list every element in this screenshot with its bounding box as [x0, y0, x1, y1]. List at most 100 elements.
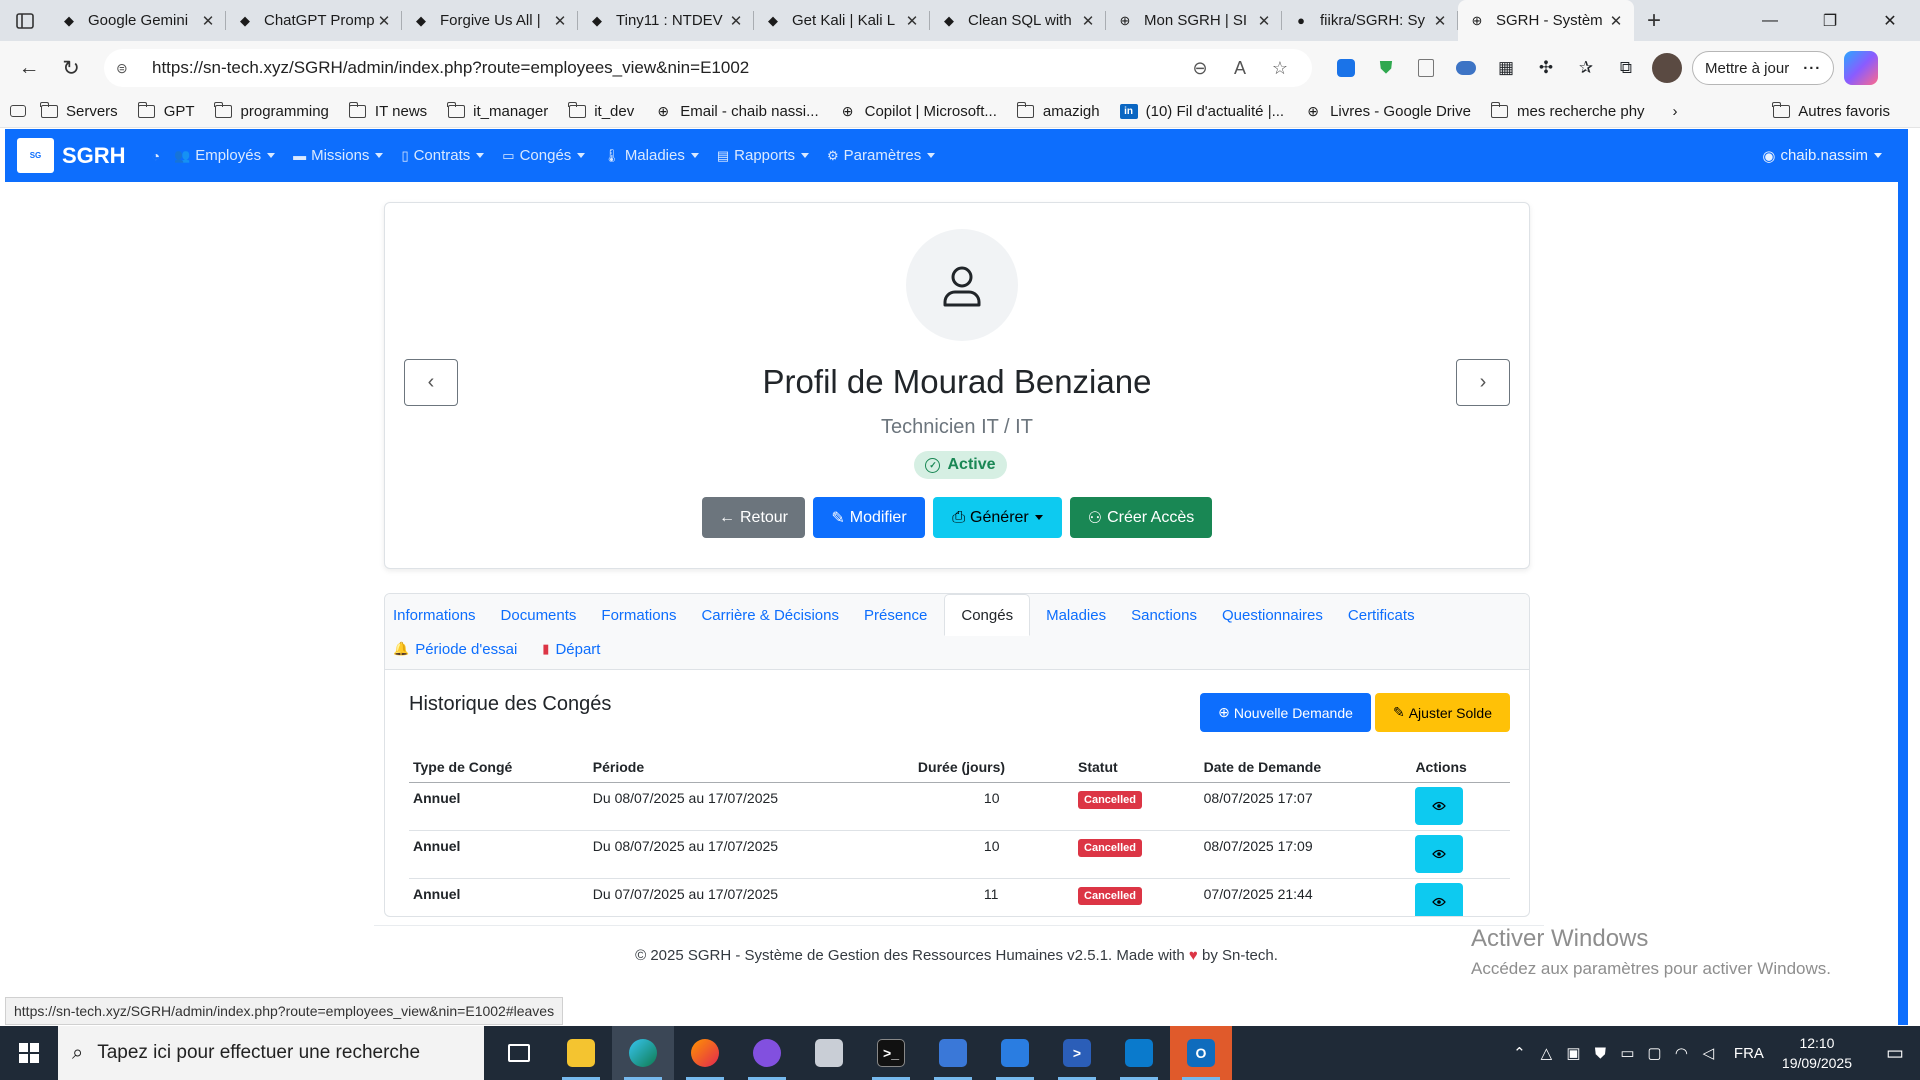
close-icon[interactable]: ✕: [552, 12, 568, 30]
close-icon[interactable]: ✕: [1608, 12, 1624, 30]
tab-5[interactable]: Congés: [944, 594, 1031, 636]
extensions-puzzle-icon[interactable]: ✣: [1526, 49, 1566, 87]
close-icon[interactable]: ✕: [1080, 12, 1096, 30]
create-access-button[interactable]: ⚇ Créer Accès: [1070, 497, 1212, 538]
zoom-icon[interactable]: ⊖: [1180, 58, 1220, 79]
bookmark-item[interactable]: GPT: [137, 101, 195, 120]
bookmark-item[interactable]: programming: [214, 101, 329, 120]
edge-browser-icon[interactable]: [612, 1026, 674, 1080]
bookmark-item[interactable]: it_manager: [447, 101, 548, 120]
bookmark-item[interactable]: in (10) Fil d'actualité |...: [1119, 103, 1284, 120]
restore-icon[interactable]: ❐: [1800, 0, 1860, 41]
tab-3[interactable]: Carrière & Décisions: [693, 594, 856, 636]
view-leave-button[interactable]: [1415, 882, 1464, 916]
shield-icon[interactable]: ⛊: [1366, 49, 1406, 87]
remote-desktop-icon[interactable]: [922, 1026, 984, 1080]
file-explorer-icon[interactable]: [550, 1026, 612, 1080]
chevron-up-icon[interactable]: ⌃: [1506, 1044, 1533, 1062]
browser-tab[interactable]: ◆ Get Kali | Kali L ✕: [754, 0, 930, 41]
close-icon[interactable]: ✕: [904, 12, 920, 30]
qr-code-icon[interactable]: ▦: [1486, 49, 1526, 87]
close-icon[interactable]: ✕: [1256, 12, 1272, 30]
update-button[interactable]: Mettre à jour ···: [1692, 51, 1835, 85]
start-button[interactable]: [0, 1026, 58, 1080]
drive-icon[interactable]: △: [1533, 1044, 1560, 1062]
nav-menu-item[interactable]: ▤ Rapports: [717, 147, 810, 164]
view-leave-button[interactable]: [1415, 834, 1464, 873]
back-arrow-icon[interactable]: ←: [10, 49, 48, 87]
scrollbar[interactable]: [1898, 129, 1908, 1025]
brand[interactable]: SG SGRH: [17, 138, 126, 173]
profile-avatar[interactable]: [1652, 53, 1682, 83]
network-app-icon[interactable]: ▣: [1560, 1044, 1587, 1062]
nav-menu-item[interactable]: ▬ Missions: [293, 147, 384, 164]
site-info-icon[interactable]: ⊜: [116, 60, 138, 77]
notifications-icon[interactable]: ▭: [1870, 1042, 1920, 1065]
firefox-icon[interactable]: [674, 1026, 736, 1080]
task-view-icon[interactable]: [488, 1026, 550, 1080]
nav-menu-item[interactable]: ⚙ Paramètres: [827, 147, 936, 164]
bookmark-item[interactable]: amazigh: [1016, 101, 1100, 120]
close-window-icon[interactable]: ✕: [1860, 0, 1920, 41]
browser-tab[interactable]: ⊕ SGRH - Systèm ✕: [1458, 0, 1634, 41]
meet-icon[interactable]: ▢: [1641, 1044, 1668, 1062]
terminal-icon[interactable]: >_: [860, 1026, 922, 1080]
tab-4[interactable]: Présence: [856, 594, 944, 636]
browser-tab[interactable]: ◆ Clean SQL with ✕: [930, 0, 1106, 41]
minimize-icon[interactable]: —: [1740, 0, 1800, 41]
close-icon[interactable]: ✕: [376, 12, 392, 30]
shield-icon[interactable]: ⛊: [1587, 1045, 1614, 1062]
nav-menu-item[interactable]: ▭ Congés: [502, 147, 586, 164]
browser-tab[interactable]: ◆ ChatGPT Promp ✕: [226, 0, 402, 41]
favorites-icon[interactable]: ✰: [1566, 49, 1606, 87]
close-icon[interactable]: ✕: [200, 12, 216, 30]
view-leave-button[interactable]: [1415, 786, 1464, 825]
input-language[interactable]: FRA: [1734, 1045, 1764, 1062]
url-text[interactable]: https://sn-tech.xyz/SGRH/admin/index.php…: [152, 58, 1180, 78]
taskbar-search[interactable]: ⌕ Tapez ici pour effectuer une recherche: [58, 1026, 484, 1080]
wifi-icon[interactable]: ◠: [1668, 1044, 1695, 1062]
reload-icon[interactable]: ↻: [52, 49, 90, 87]
bookmark-item[interactable]: it_dev: [568, 101, 634, 120]
other-bookmarks[interactable]: Autres favoris: [1772, 101, 1890, 120]
outlook-icon[interactable]: O: [1170, 1026, 1232, 1080]
nav-menu-item[interactable]: 🌡 Maladies: [603, 147, 699, 164]
extension-icon[interactable]: [1446, 49, 1486, 87]
close-icon[interactable]: ✕: [728, 12, 744, 30]
tab-9[interactable]: Certificats: [1340, 594, 1432, 636]
edit-button[interactable]: ✎ Modifier: [813, 497, 925, 538]
dashboard-icon[interactable]: ◔: [152, 148, 160, 164]
copilot-icon[interactable]: [1844, 51, 1879, 85]
read-aloud-icon[interactable]: A: [1220, 58, 1260, 79]
more-menu-icon[interactable]: ···: [1803, 60, 1821, 77]
github-desktop-icon[interactable]: [736, 1026, 798, 1080]
remote-app-icon[interactable]: [984, 1026, 1046, 1080]
tab-row2-1[interactable]: ▮ Départ: [534, 628, 617, 670]
extension-icon[interactable]: [1326, 49, 1366, 87]
nav-menu-item[interactable]: 👥 Employés: [174, 147, 276, 164]
browser-tab[interactable]: ⊕ Mon SGRH | SI ✕: [1106, 0, 1282, 41]
new-tab-button[interactable]: +: [1634, 0, 1674, 41]
tab-7[interactable]: Sanctions: [1123, 594, 1214, 636]
tab-6[interactable]: Maladies: [1038, 594, 1123, 636]
chevron-right-icon[interactable]: ›: [1673, 103, 1678, 120]
extension-icon[interactable]: [1406, 49, 1446, 87]
address-bar[interactable]: ⊜ https://sn-tech.xyz/SGRH/admin/index.p…: [104, 49, 1312, 87]
adjust-balance-button[interactable]: ✎ Ajuster Solde: [1375, 693, 1510, 732]
back-button[interactable]: ← Retour: [702, 497, 805, 538]
browser-tab[interactable]: ◆ Forgive Us All | ✕: [402, 0, 578, 41]
clock[interactable]: 12:10 19/09/2025: [1782, 1033, 1852, 1073]
favorite-star-icon[interactable]: ☆: [1260, 58, 1300, 79]
powershell-icon[interactable]: >: [1046, 1026, 1108, 1080]
vscode-icon[interactable]: [1108, 1026, 1170, 1080]
bookmark-item[interactable]: ⊕ Livres - Google Drive: [1304, 103, 1471, 120]
bookmark-item[interactable]: IT news: [348, 101, 427, 120]
collections-icon[interactable]: ⧉: [1606, 49, 1646, 87]
generate-dropdown-button[interactable]: ⎙ Générer: [933, 497, 1062, 538]
nav-menu-item[interactable]: ▯ Contrats: [401, 147, 485, 164]
printer-app-icon[interactable]: [798, 1026, 860, 1080]
sidebar-toggle-icon[interactable]: [10, 105, 26, 117]
close-icon[interactable]: ✕: [1432, 12, 1448, 30]
bookmark-item[interactable]: mes recherche phy: [1490, 101, 1645, 120]
volume-icon[interactable]: ◁: [1695, 1044, 1722, 1062]
